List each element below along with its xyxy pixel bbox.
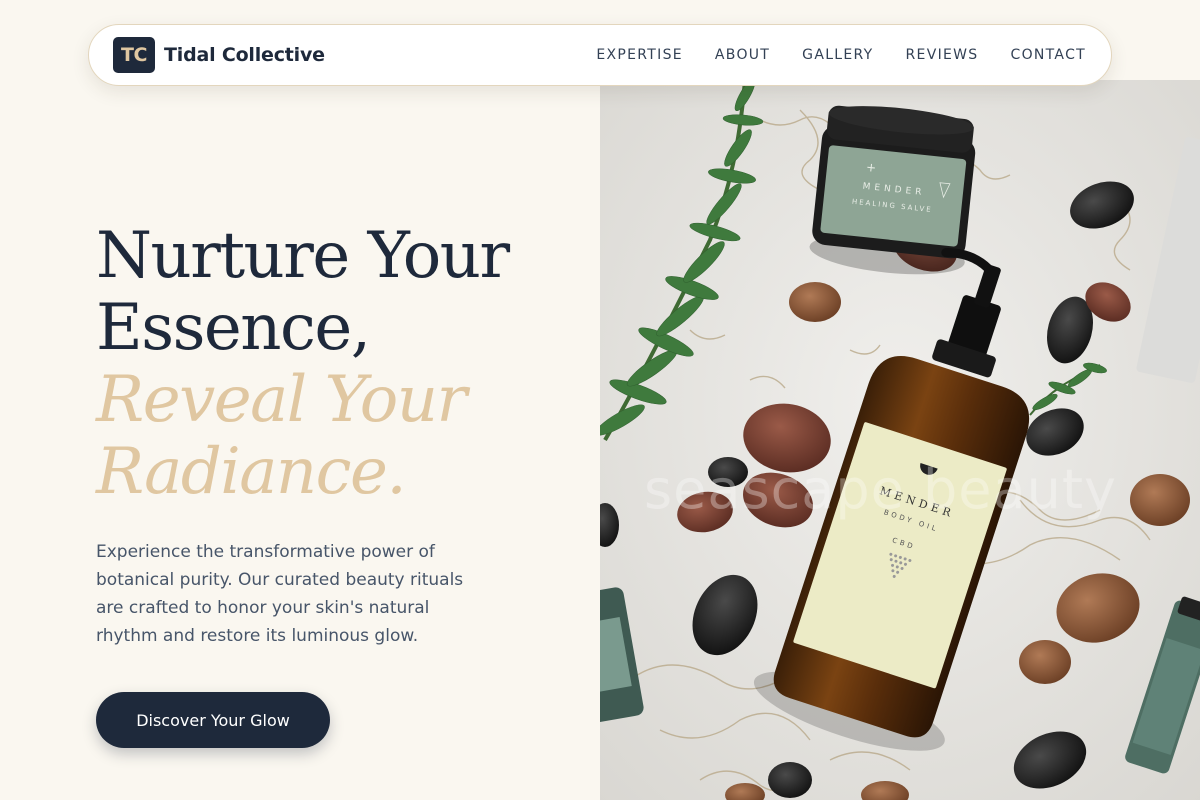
headline-accent-line-1: Reveal Your [96,363,467,437]
nav-links: EXPERTISE ABOUT GALLERY REVIEWS CONTACT [596,47,1086,63]
nav-link-gallery[interactable]: GALLERY [802,47,873,63]
logo-badge: TC [113,37,155,73]
brand-name: Tidal Collective [164,44,325,66]
hero-product-photo: MENDER HEALING SALVE + MENDER BODY OIL C… [600,80,1200,800]
nav-link-expertise[interactable]: EXPERTISE [596,47,683,63]
headline-accent-line-2: Radiance. [96,435,407,509]
discover-glow-button[interactable]: Discover Your Glow [96,692,330,748]
photo-watermark: seascape beauty [644,458,1117,521]
brand[interactable]: TC Tidal Collective [113,37,325,73]
product-flatlay-illustration: MENDER HEALING SALVE + MENDER BODY OIL C… [600,80,1200,800]
svg-text:+: + [865,160,876,175]
nav-link-contact[interactable]: CONTACT [1011,47,1087,63]
hero-description: Experience the transformative power of b… [96,542,464,646]
nav-link-about[interactable]: ABOUT [715,47,770,63]
hero-section: Nurture Your Essence, Reveal Your Radian… [96,220,576,748]
nav-link-reviews[interactable]: REVIEWS [906,47,979,63]
navbar: TC Tidal Collective EXPERTISE ABOUT GALL… [88,24,1112,86]
headline-line-2: Essence, [96,291,371,365]
hero-headline: Nurture Your Essence, Reveal Your Radian… [96,220,576,508]
headline-line-1: Nurture Your [96,219,510,293]
